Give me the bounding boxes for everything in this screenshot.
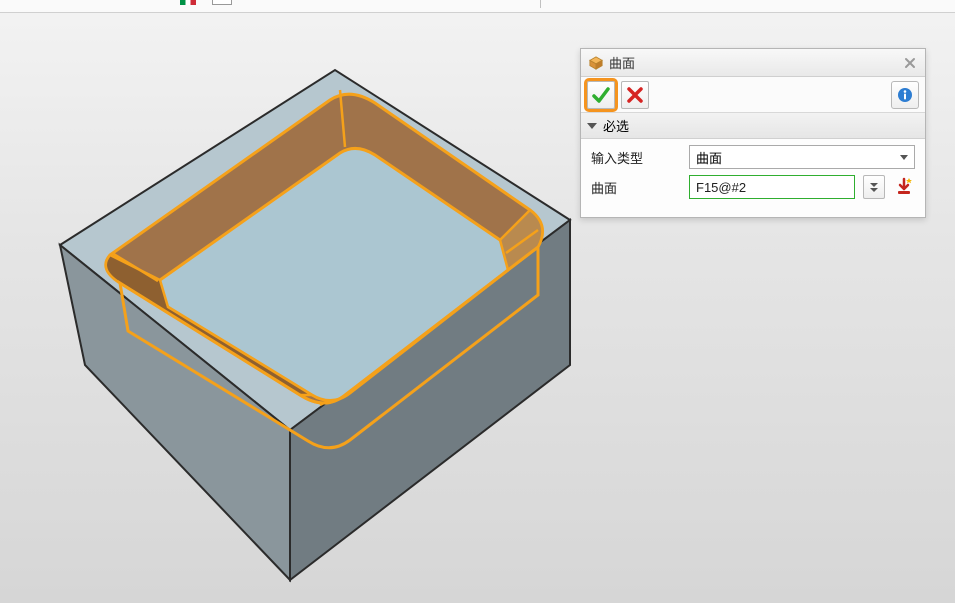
cross-icon	[626, 86, 644, 104]
top-icons-group	[180, 0, 232, 5]
chevron-down-icon	[900, 155, 908, 160]
surface-input[interactable]: F15@#2	[689, 175, 855, 199]
input-type-row: 输入类型 曲面	[591, 145, 915, 169]
surface-label: 曲面	[591, 178, 681, 197]
panel-toolbar	[581, 77, 925, 113]
import-button[interactable]	[893, 175, 915, 199]
required-section-label: 必选	[603, 116, 629, 135]
dropdown-fragment	[212, 0, 232, 5]
input-type-select[interactable]: 曲面	[689, 145, 915, 169]
info-button[interactable]	[891, 81, 919, 109]
input-type-value: 曲面	[696, 148, 722, 167]
ok-button[interactable]	[587, 81, 615, 109]
cancel-button[interactable]	[621, 81, 649, 109]
toolbar-separator	[540, 0, 541, 8]
close-icon	[904, 57, 916, 69]
surface-panel: 曲面	[580, 48, 926, 218]
panel-header: 曲面	[581, 49, 925, 77]
model-canvas[interactable]	[40, 35, 620, 605]
cube-icon	[589, 56, 603, 70]
flag-icon	[180, 0, 196, 5]
top-toolbar-fragment	[0, 0, 955, 13]
collapse-triangle-icon	[587, 123, 597, 129]
double-chevron-down-icon	[870, 183, 878, 192]
check-icon	[591, 85, 611, 105]
input-type-label: 输入类型	[591, 148, 681, 167]
expand-button[interactable]	[863, 175, 885, 199]
required-section-body: 输入类型 曲面 曲面 F15@#2	[581, 139, 925, 217]
required-section-header[interactable]: 必选	[581, 113, 925, 139]
close-button[interactable]	[901, 54, 919, 72]
surface-row: 曲面 F15@#2	[591, 175, 915, 199]
import-star-icon	[895, 177, 913, 197]
surface-value: F15@#2	[696, 180, 746, 195]
viewport: 曲面	[0, 0, 955, 603]
panel-title: 曲面	[609, 53, 635, 72]
info-icon	[897, 87, 913, 103]
